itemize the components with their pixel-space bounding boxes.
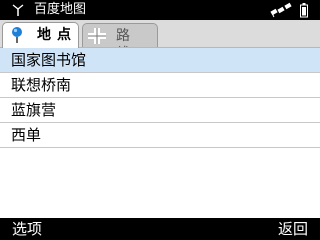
back-softkey[interactable]: 返回 <box>278 220 308 239</box>
map-pin-icon <box>12 27 22 43</box>
tab-places-label: 地点 <box>37 27 77 43</box>
options-softkey[interactable]: 选项 <box>12 220 42 239</box>
list-item[interactable]: 西单 <box>0 123 320 148</box>
tab-route[interactable]: 路线 <box>82 23 158 62</box>
battery-icon <box>300 3 308 18</box>
satellite-icon <box>270 2 292 18</box>
status-bar: 百度地图 <box>0 0 320 20</box>
place-list: 国家图书馆 联想桥南 蓝旗营 西单 <box>0 47 320 148</box>
list-item[interactable]: 蓝旗营 <box>0 98 320 123</box>
antenna-icon <box>12 4 24 16</box>
tab-bar: 地点 路线 <box>0 20 320 62</box>
list-item[interactable]: 国家图书馆 <box>0 48 320 73</box>
app-title: 百度地图 <box>34 2 87 17</box>
softkey-bar: 选项 返回 <box>0 218 320 240</box>
tab-places[interactable]: 地点 <box>2 22 79 48</box>
route-icon <box>88 28 106 44</box>
list-item[interactable]: 联想桥南 <box>0 73 320 98</box>
